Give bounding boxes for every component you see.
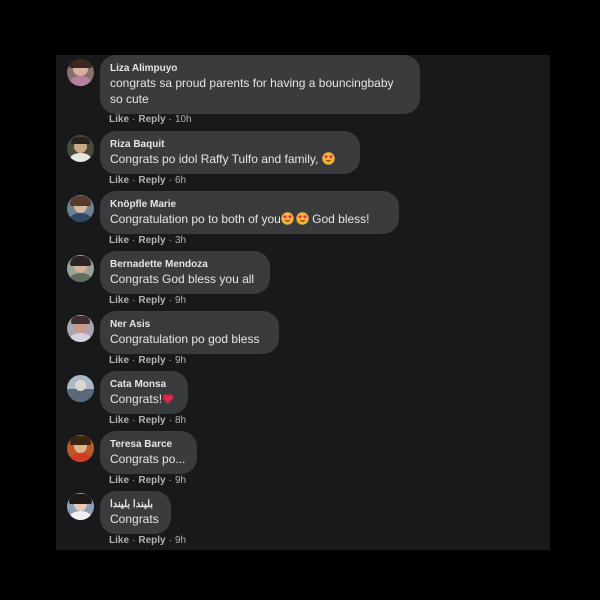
commenter-name[interactable]: Cata Monsa [110, 378, 178, 391]
separator: · [168, 114, 172, 125]
heart-eyes-emoji [296, 212, 309, 225]
avatar[interactable] [67, 59, 94, 86]
timestamp[interactable]: 9h [175, 295, 186, 306]
commenter-name[interactable]: Riza Baquit [110, 138, 350, 151]
comment-actions: Like · Reply · 6h [109, 175, 186, 187]
avatar[interactable] [67, 195, 94, 222]
comment-bubble: بليندا بليندا Congrats [100, 491, 171, 534]
comment-text: Congratulation po god bless [110, 332, 260, 346]
like-button[interactable]: Like [109, 114, 129, 125]
comment-text: Congrats po... [110, 452, 186, 466]
comment-bubble: Knöpfle Marie Congratulation po to both … [100, 191, 399, 234]
commenter-name[interactable]: Liza Alimpuyo [110, 62, 410, 75]
comment-text: Congrats! [110, 391, 178, 407]
comment-text: Congrats po idol Raffy Tulfo and family, [110, 151, 350, 167]
separator: · [132, 295, 136, 306]
reply-button[interactable]: Reply [138, 535, 165, 546]
timestamp[interactable]: 3h [175, 235, 186, 246]
timestamp[interactable]: 8h [175, 415, 186, 426]
comment-text: Congratulation po to both of you God ble… [110, 212, 370, 226]
avatar[interactable] [67, 493, 94, 520]
avatar[interactable] [67, 435, 94, 462]
separator: · [132, 535, 136, 546]
commenter-name[interactable]: Teresa Barce [110, 438, 187, 451]
comment-actions: Like · Reply · 9h [109, 295, 186, 307]
heart-eyes-emoji [321, 152, 335, 165]
like-button[interactable]: Like [109, 355, 129, 366]
avatar[interactable] [67, 255, 94, 282]
like-button[interactable]: Like [109, 175, 129, 186]
timestamp[interactable]: 9h [175, 475, 186, 486]
like-button[interactable]: Like [109, 535, 129, 546]
separator: · [168, 355, 172, 366]
separator: · [132, 235, 136, 246]
comment-actions: Like · Reply · 10h [109, 114, 192, 126]
like-button[interactable]: Like [109, 295, 129, 306]
timestamp[interactable]: 9h [175, 355, 186, 366]
timestamp[interactable]: 10h [175, 114, 192, 125]
separator: · [132, 355, 136, 366]
avatar[interactable] [67, 375, 94, 402]
like-button[interactable]: Like [109, 415, 129, 426]
red-heart-emoji [162, 394, 174, 404]
separator: · [168, 235, 172, 246]
like-button[interactable]: Like [109, 235, 129, 246]
heart-eyes-emoji [281, 212, 294, 225]
comment-text: congrats sa proud parents for having a b… [110, 76, 394, 90]
reply-button[interactable]: Reply [138, 355, 165, 366]
comment-actions: Like · Reply · 9h [109, 475, 186, 487]
separator: · [168, 475, 172, 486]
reply-button[interactable]: Reply [138, 415, 165, 426]
comment-actions: Like · Reply · 9h [109, 355, 186, 367]
separator: · [132, 114, 136, 125]
like-button[interactable]: Like [109, 475, 129, 486]
comment-bubble: Ner Asis Congratulation po god bless [100, 311, 279, 354]
separator: · [168, 535, 172, 546]
reply-button[interactable]: Reply [138, 475, 165, 486]
comments-panel: Liza Alimpuyo congrats sa proud parents … [56, 55, 550, 550]
commenter-name[interactable]: Knöpfle Marie [110, 198, 389, 211]
reply-button[interactable]: Reply [138, 114, 165, 125]
comment-bubble: Riza Baquit Congrats po idol Raffy Tulfo… [100, 131, 360, 174]
comment-text: Congrats God bless you all [110, 272, 255, 286]
separator: · [132, 415, 136, 426]
avatar[interactable] [67, 315, 94, 342]
commenter-name[interactable]: بليندا بليندا [110, 498, 161, 511]
reply-button[interactable]: Reply [138, 175, 165, 186]
timestamp[interactable]: 6h [175, 175, 186, 186]
reply-button[interactable]: Reply [138, 295, 165, 306]
comment-text-line-2: so cute [110, 92, 149, 106]
separator: · [132, 175, 136, 186]
separator: · [168, 295, 172, 306]
avatar[interactable] [67, 135, 94, 162]
commenter-name[interactable]: Ner Asis [110, 318, 269, 331]
comment-bubble: Cata Monsa Congrats! [100, 371, 188, 414]
comment-text: Congrats [110, 512, 159, 526]
commenter-name[interactable]: Bernadette Mendoza [110, 258, 260, 271]
separator: · [132, 475, 136, 486]
separator: · [168, 175, 172, 186]
comment-actions: Like · Reply · 8h [109, 415, 186, 427]
timestamp[interactable]: 9h [175, 535, 186, 546]
comment-bubble: Liza Alimpuyo congrats sa proud parents … [100, 55, 420, 114]
comment-actions: Like · Reply · 9h [109, 535, 186, 547]
comment-bubble: Bernadette Mendoza Congrats God bless yo… [100, 251, 270, 294]
separator: · [168, 415, 172, 426]
reply-button[interactable]: Reply [138, 235, 165, 246]
comment-bubble: Teresa Barce Congrats po... [100, 431, 197, 474]
comment-actions: Like · Reply · 3h [109, 235, 186, 247]
